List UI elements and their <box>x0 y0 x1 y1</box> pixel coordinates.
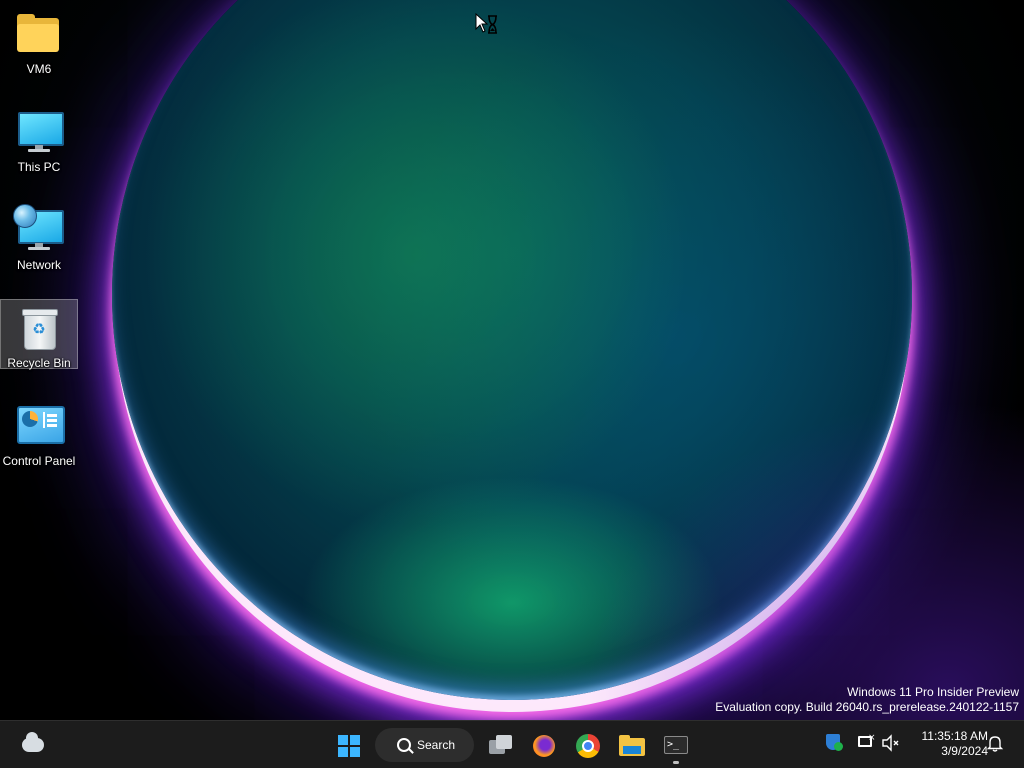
windows-security-icon[interactable] <box>824 733 844 753</box>
taskbar-app-terminal[interactable]: >_ <box>656 726 696 764</box>
recycle-bin-icon: ♻ <box>15 306 63 350</box>
folder-icon <box>15 12 63 56</box>
weather-cloud-icon <box>22 732 44 752</box>
task-view-button[interactable] <box>480 726 520 764</box>
notification-bell-icon[interactable] <box>985 733 1005 753</box>
busy-cursor-icon <box>475 13 497 34</box>
running-indicator <box>673 761 679 764</box>
desktop-icon-control-panel[interactable]: Control Panel <box>0 398 78 468</box>
terminal-icon: >_ <box>664 736 688 754</box>
desktop-icon-recycle-bin[interactable]: ♻ Recycle Bin <box>0 299 78 370</box>
network-disconnected-icon[interactable]: ⨯ <box>856 733 876 753</box>
taskbar-app-firefox[interactable] <box>524 726 564 764</box>
search-label: Search <box>417 738 456 752</box>
search-icon <box>397 738 411 752</box>
clock-date: 3/9/2024 <box>941 744 988 758</box>
control-panel-icon <box>15 404 65 448</box>
desktop-icon-label: Control Panel <box>2 454 76 468</box>
desktop-icon-vm6[interactable]: VM6 <box>0 6 78 76</box>
taskbar-app-chrome[interactable] <box>568 726 608 764</box>
weather-widget-button[interactable] <box>12 726 52 764</box>
clock-time: 11:35:18 AM <box>921 729 989 743</box>
desktop-icon-label: VM6 <box>26 62 52 76</box>
network-icon <box>13 204 64 252</box>
desktop[interactable]: VM6 This PC Network ♻ Recycle Bin Contro… <box>0 0 1024 720</box>
desktop-icon-label: Recycle Bin <box>7 356 71 370</box>
wallpaper-haze <box>584 400 1024 720</box>
os-watermark: Windows 11 Pro Insider Preview Evaluatio… <box>715 685 1019 715</box>
desktop-icon-network[interactable]: Network <box>0 202 78 272</box>
firefox-icon <box>533 735 555 757</box>
taskbar-app-file-explorer[interactable] <box>612 726 652 764</box>
start-button[interactable] <box>329 726 369 764</box>
taskbar-search[interactable]: Search <box>375 728 474 762</box>
watermark-build: Evaluation copy. Build 26040.rs_prerelea… <box>715 700 1019 714</box>
desktop-icon-label: This PC <box>17 160 61 174</box>
volume-muted-icon[interactable] <box>881 733 901 753</box>
taskbar: Search >_ ⨯ 11:35:18 AM 3/9/2024 <box>0 720 1024 768</box>
desktop-icon-this-pc[interactable]: This PC <box>0 104 78 174</box>
computer-icon <box>15 110 64 154</box>
watermark-edition: Windows 11 Pro Insider Preview <box>847 685 1019 699</box>
desktop-icon-label: Network <box>16 258 61 272</box>
system-clock[interactable]: 11:35:18 AM 3/9/2024 <box>906 729 989 759</box>
